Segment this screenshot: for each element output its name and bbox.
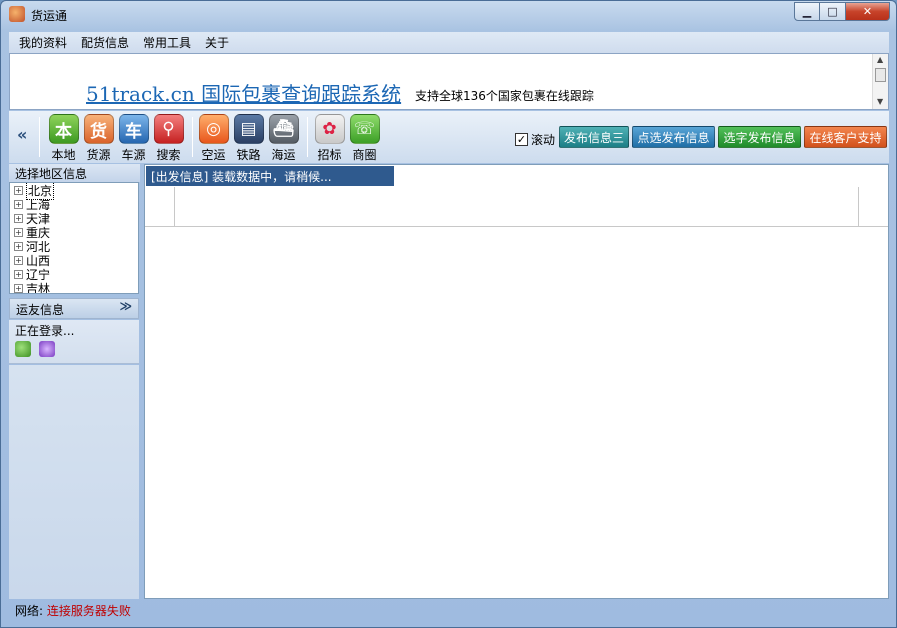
cargo-button[interactable]: 货 货源 (81, 114, 116, 163)
column-divider (174, 187, 175, 227)
truck-label: 车源 (121, 148, 146, 162)
bid-icon: ✿ (314, 114, 345, 144)
maximize-button[interactable]: □ (820, 2, 846, 21)
expand-icon[interactable]: + (14, 241, 23, 251)
toolbar-divider (307, 117, 308, 157)
minimize-button[interactable]: ▁ (794, 2, 820, 21)
main-content: [出发信息] 装载数据中，请稍候... (144, 164, 889, 599)
column-divider (858, 187, 859, 227)
air-icon: ◎ (198, 114, 229, 144)
menu-about[interactable]: 关于 (201, 34, 233, 51)
ad-banner: 51track.cn 国际包裹查询跟踪系统 支持全球136个国家包裹在线跟踪 ▲… (9, 53, 889, 110)
cargo-icon: 货 (83, 114, 114, 144)
cargo-label: 货源 (86, 148, 111, 162)
air-label: 空运 (201, 148, 226, 162)
online-support-button[interactable]: 在线客户支持 (804, 126, 887, 148)
toolbar-divider (192, 117, 193, 157)
close-button[interactable]: ✕ (846, 2, 890, 21)
air-button[interactable]: ◎ 空运 (196, 114, 231, 163)
publish-info-3-button[interactable]: 发布信息三 (559, 126, 629, 148)
tree-item[interactable]: + 吉林 (10, 281, 138, 293)
chat-label: 商圈 (352, 148, 377, 162)
friends-panel-title: 运友信息 (16, 303, 65, 317)
ship-button[interactable]: ⛴ 海运 (266, 114, 301, 163)
toolbar: « 本 本地 货 货源 车 车源 ⚲ 搜索 ◎ 空运 ▤ 铁路 ⛴ 海运 ✿ 招… (9, 111, 889, 163)
region-tree: + 北京 + 上海 + 天津 + 重庆 + 河北 + 山西 + 辽宁 + 吉林 (9, 182, 139, 294)
region-panel-title: 选择地区信息 (9, 164, 140, 182)
toolbar-divider (39, 117, 40, 157)
expand-icon[interactable]: + (14, 185, 23, 195)
expand-icon[interactable]: + (14, 283, 23, 293)
window-title: 货运通 (31, 9, 68, 23)
friends-panel: 正在登录... (9, 320, 139, 364)
collapse-chevron-icon[interactable]: ≫ (119, 299, 132, 313)
left-panel: 选择地区信息 + 北京 + 上海 + 天津 + 重庆 + 河北 + 山西 + 辽宁 + 吉林 运… (9, 164, 140, 599)
banner-scrollbar[interactable]: ▲ ▼ (872, 54, 888, 109)
scroll-down-icon[interactable]: ▼ (877, 97, 883, 106)
app-logo-icon (9, 6, 25, 22)
login-status: 正在登录... (15, 324, 75, 338)
title-bar[interactable]: 货运通 ▁ □ ✕ (1, 1, 896, 31)
bid-label: 招标 (317, 148, 342, 162)
banner-description: 支持全球136个国家包裹在线跟踪 (415, 89, 594, 103)
network-status: 连接服务器失败 (46, 604, 131, 618)
toolbar-group-transport: ◎ 空运 ▤ 铁路 ⛴ 海运 (196, 114, 301, 163)
friends-panel-header[interactable]: 运友信息 ≫ (9, 298, 139, 319)
add-friend-icon[interactable] (15, 341, 31, 357)
train-icon: ▤ (233, 114, 264, 144)
search-icon: ⚲ (153, 114, 184, 144)
loading-status: [出发信息] 装载数据中，请稍候... (146, 166, 394, 186)
truck-icon: 车 (118, 114, 149, 144)
menu-bar: 我的资料 配货信息 常用工具 关于 (9, 32, 889, 53)
network-label: 网络: (15, 604, 44, 618)
ship-icon: ⛴ (268, 114, 299, 144)
toolbar-group-info: 本 本地 货 货源 车 车源 ⚲ 搜索 (46, 114, 186, 163)
toolbar-group-business: ✿ 招标 ☏ 商圈 (312, 114, 382, 163)
window-controls: ▁ □ ✕ (794, 2, 890, 21)
scroll-up-icon[interactable]: ▲ (877, 55, 883, 64)
menu-tools[interactable]: 常用工具 (139, 34, 195, 51)
search-button[interactable]: ⚲ 搜索 (151, 114, 186, 163)
scroll-toggle[interactable]: ✓ 滚动 (515, 131, 555, 148)
expand-icon[interactable]: + (14, 269, 23, 279)
expand-icon[interactable]: + (14, 199, 23, 209)
left-panel-empty-area (9, 365, 139, 599)
chat-button[interactable]: ☏ 商圈 (347, 114, 382, 163)
settings-icon[interactable] (39, 341, 55, 357)
scroll-thumb[interactable] (875, 68, 886, 82)
expand-icon[interactable]: + (14, 227, 23, 237)
search-label: 搜索 (156, 148, 181, 162)
ship-label: 海运 (271, 148, 296, 162)
app-window: 货运通 ▁ □ ✕ 我的资料 配货信息 常用工具 关于 51track.cn 国… (0, 0, 897, 628)
status-bar: 网络: 连接服务器失败 (9, 600, 889, 620)
menu-cargo-info[interactable]: 配货信息 (77, 34, 133, 51)
train-label: 铁路 (236, 148, 261, 162)
train-button[interactable]: ▤ 铁路 (231, 114, 266, 163)
table-row[interactable] (145, 187, 888, 227)
local-label: 本地 (51, 148, 76, 162)
truck-button[interactable]: 车 车源 (116, 114, 151, 163)
expand-icon[interactable]: + (14, 213, 23, 223)
local-icon: 本 (48, 114, 79, 144)
text-publish-button[interactable]: 选字发布信息 (718, 126, 801, 148)
chat-icon: ☏ (349, 114, 380, 144)
menu-my-profile[interactable]: 我的资料 (15, 34, 71, 51)
collapse-icon[interactable]: « (17, 125, 27, 144)
expand-icon[interactable]: + (14, 255, 23, 265)
scroll-label: 滚动 (531, 133, 556, 147)
local-button[interactable]: 本 本地 (46, 114, 81, 163)
scroll-checkbox[interactable]: ✓ (515, 133, 528, 146)
banner-link[interactable]: 51track.cn 国际包裹查询跟踪系统 (86, 78, 401, 107)
click-publish-button[interactable]: 点选发布信息 (632, 126, 715, 148)
bid-button[interactable]: ✿ 招标 (312, 114, 347, 163)
